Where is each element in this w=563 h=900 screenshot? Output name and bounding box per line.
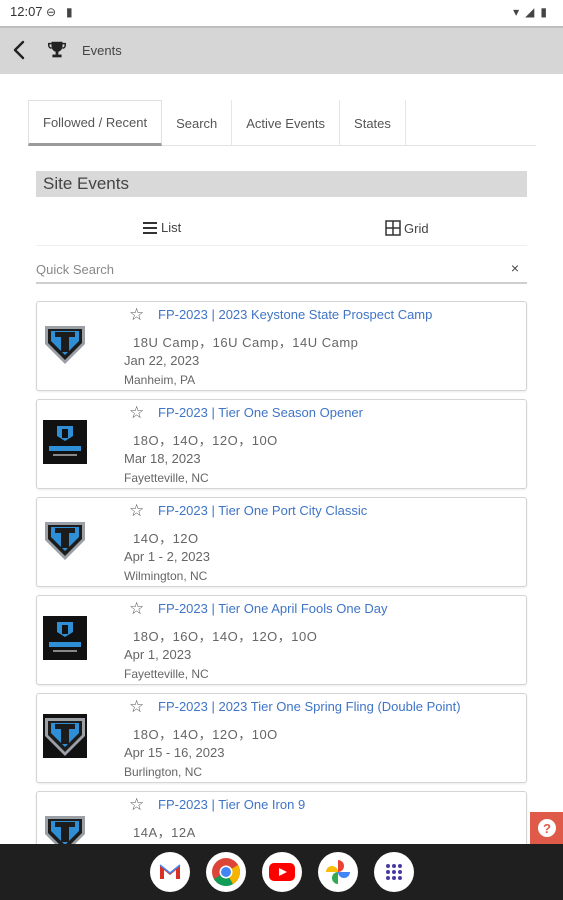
favorite-star-icon[interactable]: ☆	[129, 795, 144, 815]
event-name-link[interactable]: FP-2023 | 2023 Keystone State Prospect C…	[158, 307, 432, 322]
tab-active-events[interactable]: Active Events	[232, 100, 341, 146]
event-divisions: 14O，12O	[133, 531, 199, 546]
event-divisions: 14A，12A	[133, 825, 196, 840]
event-date: Apr 1, 2023	[124, 647, 192, 662]
event-location: Fayetteville, NC	[124, 667, 209, 681]
list-icon	[143, 221, 157, 234]
favorite-star-icon[interactable]: ☆	[129, 599, 144, 619]
app-drawer-icon[interactable]	[374, 852, 414, 892]
tab-bar: Followed / Recent Search Active Events S…	[28, 100, 536, 146]
event-name-link[interactable]: FP-2023 | Tier One Iron 9	[158, 797, 305, 812]
svg-text:?: ?	[543, 821, 551, 836]
quick-search-input[interactable]	[36, 256, 496, 282]
team-logo-icon	[43, 420, 87, 464]
event-divisions: 18O，16O，14O，12O，10O	[133, 629, 318, 644]
event-divisions: 18U Camp，16U Camp，14U Camp	[133, 335, 359, 350]
gmail-icon[interactable]	[150, 852, 190, 892]
tab-states[interactable]: States	[340, 100, 406, 146]
help-icon: ?	[537, 819, 556, 837]
back-arrow-icon[interactable]	[8, 38, 32, 62]
event-location: Wilmington, NC	[124, 569, 208, 583]
event-name-link[interactable]: FP-2023 | Tier One April Fools One Day	[158, 601, 388, 616]
photos-icon[interactable]	[318, 852, 358, 892]
dnd-icon: ⊖	[46, 5, 57, 19]
quick-search: ×	[36, 256, 527, 284]
favorite-star-icon[interactable]: ☆	[129, 501, 144, 521]
event-date: Mar 18, 2023	[124, 451, 201, 466]
event-divisions: 18O，14O，12O，10O	[133, 727, 278, 742]
favorite-star-icon[interactable]: ☆	[129, 403, 144, 423]
chrome-icon[interactable]	[206, 852, 246, 892]
event-location: Burlington, NC	[124, 765, 203, 779]
status-time: 12:07	[10, 4, 43, 19]
event-card[interactable]: ☆ FP-2023 | 2023 Tier One Spring Fling (D…	[36, 693, 527, 783]
list-view-label: List	[161, 220, 182, 235]
event-date: Apr 15 - 16, 2023	[124, 745, 225, 760]
event-divisions: 18O，14O，12O，10O	[133, 433, 278, 448]
status-bar: 12:07 ⊖ ▮ ▾◢▮	[0, 0, 563, 26]
event-date: Jan 22, 2023	[124, 353, 200, 368]
grid-view-button[interactable]: Grid	[385, 220, 429, 236]
team-logo-icon	[45, 326, 85, 364]
event-card[interactable]: ☆ FP-2023 | Tier One Port City Classic 14O…	[36, 497, 527, 587]
team-logo-icon	[45, 522, 85, 560]
event-card[interactable]: ☆ FP-2023 | Tier One April Fools One Day 1…	[36, 595, 527, 685]
favorite-star-icon[interactable]: ☆	[129, 697, 144, 717]
event-card[interactable]: ☆ FP-2023 | Tier One Season Opener 18O，14O…	[36, 399, 527, 489]
event-list: ☆ FP-2023 | 2023 Keystone State Prospect …	[36, 301, 527, 889]
grid-view-label: Grid	[404, 220, 429, 236]
view-toggle: List Grid	[36, 216, 527, 246]
tab-followed-recent[interactable]: Followed / Recent	[28, 100, 163, 146]
trophy-icon	[48, 41, 66, 58]
app-bar: Events	[0, 26, 563, 74]
event-name-link[interactable]: FP-2023 | 2023 Tier One Spring Fling (Do…	[158, 699, 461, 714]
event-card[interactable]: ☆ FP-2023 | 2023 Keystone State Prospect …	[36, 301, 527, 391]
youtube-icon[interactable]	[262, 852, 302, 892]
team-logo-icon	[43, 714, 87, 758]
event-location: Fayetteville, NC	[124, 471, 209, 485]
grid-icon	[385, 220, 401, 236]
help-button[interactable]: ?	[530, 812, 563, 844]
list-view-button[interactable]: List	[142, 220, 181, 235]
event-location: Manheim, PA	[124, 373, 196, 387]
page-title: Events	[82, 43, 122, 58]
status-icons: ▾◢▮	[513, 5, 553, 19]
clear-search-icon[interactable]: ×	[511, 260, 519, 276]
event-name-link[interactable]: FP-2023 | Tier One Port City Classic	[158, 503, 367, 518]
event-name-link[interactable]: FP-2023 | Tier One Season Opener	[158, 405, 363, 420]
tab-search[interactable]: Search	[162, 100, 233, 146]
sim-icon: ▮	[66, 5, 73, 19]
app-dock	[150, 852, 414, 892]
event-date: Apr 1 - 2, 2023	[124, 549, 210, 564]
section-title: Site Events	[36, 171, 527, 197]
favorite-star-icon[interactable]: ☆	[129, 305, 144, 325]
team-logo-icon	[43, 616, 87, 660]
